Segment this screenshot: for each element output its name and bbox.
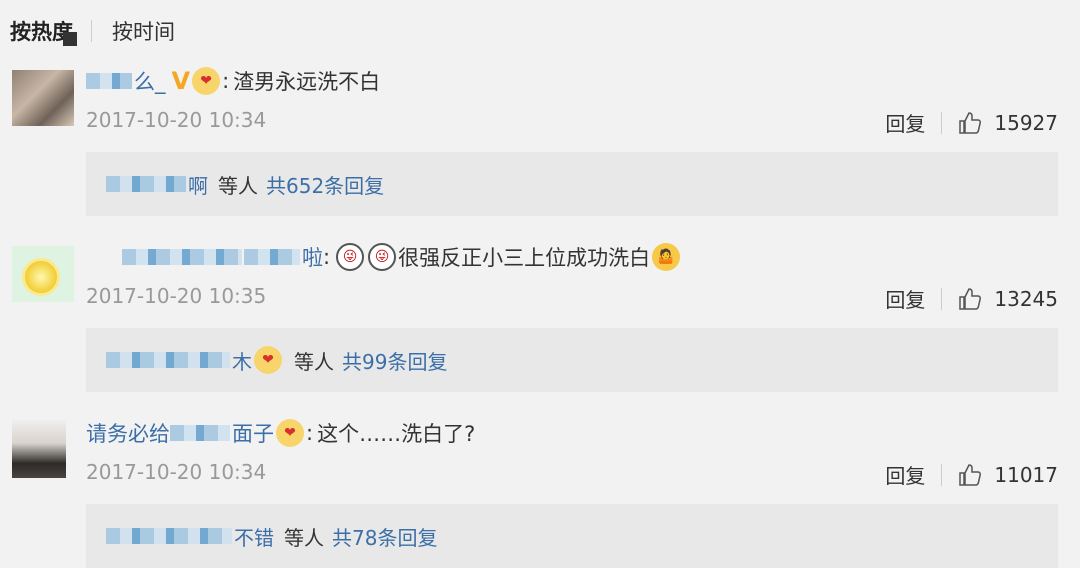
- username[interactable]: 啦: [302, 242, 323, 272]
- lemon-icon: [22, 258, 60, 296]
- reply-etc: 等人: [294, 349, 334, 374]
- crazy-face-emoji-icon: 😜: [368, 243, 397, 271]
- shrug-emoji-icon: 🤷: [652, 243, 681, 271]
- blurred-username: [244, 249, 300, 265]
- reply-users[interactable]: 不错: [106, 522, 274, 551]
- avatar[interactable]: [12, 420, 66, 478]
- reply-etc: 等人: [218, 173, 258, 198]
- sort-by-time-tab[interactable]: 按时间: [112, 16, 175, 46]
- blurred-reply-users: [106, 352, 230, 368]
- colon: :: [323, 245, 331, 269]
- thumbs-up-icon[interactable]: [958, 287, 982, 311]
- comment-time: 2017-10-20 10:34: [86, 108, 267, 132]
- comment-header: 请务必给 面子 ❤ : 这个……洗白了?: [86, 418, 475, 448]
- colon: :: [306, 421, 314, 445]
- reply-button[interactable]: 回复: [885, 108, 925, 137]
- action-divider: [941, 111, 943, 134]
- sort-divider: [91, 20, 92, 42]
- like-count: 15927: [994, 110, 1058, 135]
- reply-user-name: 不错: [234, 525, 274, 550]
- comment-text: 这个……洗白了?: [317, 422, 476, 446]
- reply-user-name: 木: [232, 349, 252, 374]
- crazy-face-emoji-icon: 😜: [336, 243, 365, 271]
- like-count: 13245: [994, 286, 1058, 311]
- thumbs-up-icon[interactable]: [958, 463, 982, 487]
- comment-text: 渣男永远洗不白: [233, 70, 381, 94]
- avatar[interactable]: [12, 70, 74, 126]
- username[interactable]: 面子: [232, 418, 274, 448]
- comment-text: 很强反正小三上位成功洗白: [398, 246, 651, 270]
- heart-emoji-icon: ❤: [254, 346, 282, 374]
- comment-time: 2017-10-20 10:35: [86, 284, 267, 308]
- heart-emoji-icon: ❤: [192, 67, 221, 95]
- blurred-username: [170, 425, 230, 441]
- sort-by-hot-tab[interactable]: 按热度: [10, 16, 77, 46]
- comment-actions: 回复 15927: [885, 108, 1058, 137]
- comment-header: 啦 : 😜 😜 很强反正小三上位成功洗白 🤷: [86, 242, 682, 272]
- reply-etc: 等人: [284, 525, 324, 550]
- sort-bar: 按热度 按时间: [0, 0, 1080, 62]
- reply-button[interactable]: 回复: [885, 460, 925, 489]
- comment-actions: 回复 11017: [885, 460, 1058, 489]
- reply-button[interactable]: 回复: [885, 284, 925, 313]
- reply-user-name: 啊: [188, 173, 208, 198]
- reply-preview[interactable]: 啊 等人 共652条回复: [86, 152, 1058, 216]
- reply-preview[interactable]: 不错 等人 共78条回复: [86, 504, 1058, 568]
- colon: :: [222, 69, 230, 93]
- username[interactable]: 么_: [134, 66, 166, 96]
- heart-emoji-icon: ❤: [276, 419, 304, 447]
- action-divider: [941, 287, 943, 310]
- reply-count-link[interactable]: 共78条回复: [332, 522, 437, 551]
- vip-badge-icon: V: [171, 67, 191, 95]
- username-prefix[interactable]: 请务必给: [86, 418, 170, 448]
- blurred-username: [122, 249, 242, 265]
- reply-users[interactable]: 木 ❤: [106, 346, 284, 375]
- avatar[interactable]: [12, 246, 74, 302]
- comment-header: 么_ V ❤ : 渣男永远洗不白: [86, 66, 380, 96]
- blurred-username: [86, 73, 132, 89]
- reply-users[interactable]: 啊: [106, 170, 208, 199]
- blurred-reply-users: [106, 176, 186, 192]
- comment-actions: 回复 13245: [885, 284, 1058, 313]
- comment-time: 2017-10-20 10:34: [86, 460, 267, 484]
- action-divider: [941, 463, 943, 486]
- reply-count-link[interactable]: 共652条回复: [266, 170, 384, 199]
- like-count: 11017: [994, 462, 1058, 487]
- thumbs-up-icon[interactable]: [958, 111, 982, 135]
- blurred-reply-users: [106, 528, 232, 544]
- reply-preview[interactable]: 木 ❤ 等人 共99条回复: [86, 328, 1058, 392]
- reply-count-link[interactable]: 共99条回复: [342, 346, 447, 375]
